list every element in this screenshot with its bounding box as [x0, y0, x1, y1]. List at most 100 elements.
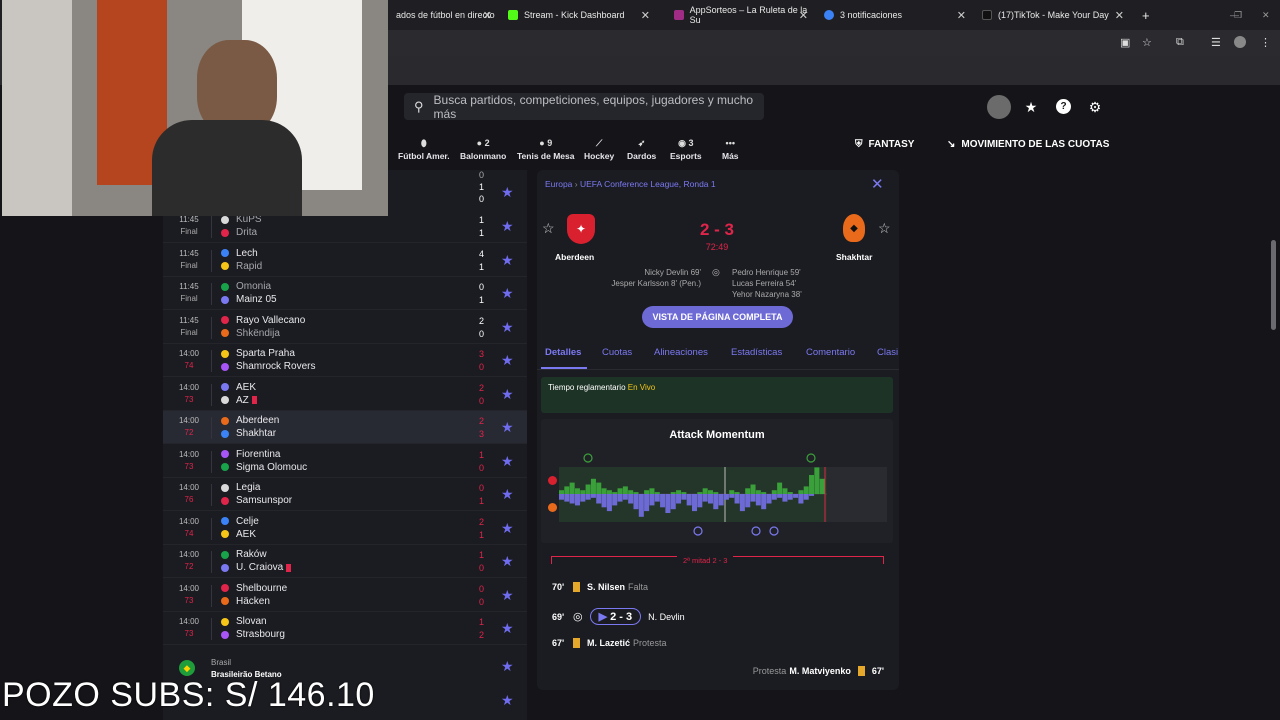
settings-gear-icon[interactable]: ⚙ — [1086, 98, 1104, 116]
favorite-star-icon[interactable]: ★ — [501, 692, 514, 709]
match-row[interactable]: 14:00 74 Sparta Praha Shamrock Rovers 3 0 ★ — [163, 344, 527, 377]
favorite-star-icon[interactable]: ★ — [501, 218, 514, 235]
favorite-star-icon[interactable]: ★ — [501, 352, 514, 369]
sport-darts[interactable]: ➶ Dardos — [627, 136, 656, 164]
sport-handball[interactable]: ● 2 Balonmano — [460, 136, 506, 164]
favorite-star-icon[interactable]: ★ — [501, 285, 514, 302]
reading-list-icon[interactable]: ☰ — [1211, 36, 1221, 49]
team-crest-icon — [221, 630, 229, 639]
match-score: 2 - 3 — [699, 220, 735, 239]
event-row[interactable]: 70' S. Nilsen Falta — [552, 582, 648, 592]
extensions-icon[interactable]: ⧉ — [1176, 36, 1184, 49]
webcam-overlay — [2, 0, 388, 216]
search-input[interactable]: ⚲ Busca partidos, competiciones, equipos… — [404, 93, 764, 121]
cast-icon[interactable]: ▣ — [1120, 36, 1130, 49]
team-crest-icon — [221, 349, 229, 358]
profile-avatar[interactable] — [1234, 36, 1246, 48]
sport-more[interactable]: ••• Más — [722, 136, 739, 164]
tab-details[interactable]: Detalles — [545, 347, 581, 358]
home-team: Omonia — [221, 281, 271, 292]
match-time: 14:00 73 — [178, 617, 200, 638]
bookmark-star-icon[interactable]: ☆ — [1142, 36, 1152, 49]
close-icon[interactable]: ✕ — [641, 9, 650, 22]
sport-hockey[interactable]: ⟋ Hockey — [584, 136, 614, 164]
match-row[interactable]: 11:45 Final Rayo Vallecano Shkëndija 2 0 ★ — [163, 311, 527, 344]
home-team-name[interactable]: Aberdeen — [555, 252, 594, 262]
favorite-star-icon[interactable]: ★ — [501, 587, 514, 604]
event-row-away[interactable]: Protesta M. Matviyenko 67' — [727, 666, 884, 676]
fantasy-link[interactable]: ⛨ FANTASY — [855, 139, 914, 150]
favorite-star-icon[interactable]: ★ — [501, 319, 514, 336]
match-row[interactable]: 11:45 Final Omonia Mainz 05 0 1 ★ — [163, 277, 527, 310]
sport-table-tennis[interactable]: ● 9 Tenis de Mesa — [517, 136, 574, 164]
favorite-star-icon[interactable]: ★ — [501, 386, 514, 403]
match-row[interactable]: 14:00 73 Shelbourne Häcken 0 0 ★ — [163, 579, 527, 612]
close-icon[interactable]: ✕ — [1115, 9, 1124, 22]
breadcrumb-competition[interactable]: UEFA Conference League, Ronda 1 — [580, 179, 716, 189]
divider — [211, 383, 212, 406]
favorites-star-icon[interactable]: ★ — [1022, 98, 1040, 116]
away-team: AEK — [221, 529, 256, 540]
match-row[interactable]: 14:00 73 Fiorentina Sigma Olomouc 1 0 ★ — [163, 445, 527, 478]
match-row[interactable]: 14:00 76 Legia Samsunspor 0 1 ★ — [163, 478, 527, 511]
half-label: 2ª mitad 2 - 3 — [677, 556, 734, 565]
tab-standings[interactable]: Clasi — [877, 347, 898, 358]
favorite-star-icon[interactable]: ☆ — [542, 220, 555, 237]
tab-odds[interactable]: Cuotas — [602, 347, 632, 358]
page-scrollbar[interactable] — [1271, 240, 1276, 330]
favorite-star-icon[interactable]: ☆ — [878, 220, 891, 237]
full-page-view-button[interactable]: VISTA DE PÁGINA COMPLETA — [642, 306, 793, 328]
new-tab-button[interactable]: + — [1134, 4, 1154, 26]
favorite-star-icon[interactable]: ★ — [501, 553, 514, 570]
tab-futbol[interactable]: ados de fútbol en directo ✕ — [388, 4, 500, 26]
tab-kick[interactable]: Stream - Kick Dashboard ✕ — [500, 4, 658, 26]
tiktok-icon — [982, 10, 992, 20]
favorite-star-icon[interactable]: ★ — [501, 486, 514, 503]
favorite-star-icon[interactable]: ★ — [501, 252, 514, 269]
match-row[interactable]: 14:00 72 Aberdeen Shakhtar 2 3 ★ — [163, 411, 527, 444]
favorite-star-icon[interactable]: ★ — [501, 658, 514, 675]
away-team: Häcken — [221, 596, 270, 607]
sport-american-football[interactable]: ⬮ Fútbol Amer. — [398, 136, 450, 164]
red-card-icon — [251, 396, 257, 404]
home-score: 4 — [478, 248, 484, 259]
away-team: Sigma Olomouc — [221, 462, 307, 473]
shakhtar-mini-crest — [548, 503, 557, 512]
close-icon[interactable]: ✕ — [957, 9, 966, 22]
favorite-star-icon[interactable]: ★ — [501, 184, 514, 201]
odds-movement-link[interactable]: ↘ MOVIMIENTO DE LAS CUOTAS — [947, 139, 1109, 150]
tab-lineups[interactable]: Alineaciones — [654, 347, 708, 358]
close-icon[interactable]: ✕ — [871, 175, 884, 193]
favorite-star-icon[interactable]: ★ — [501, 520, 514, 537]
help-icon[interactable]: ? — [1056, 99, 1071, 114]
event-row[interactable]: 67' M. Lazetić Protesta — [552, 638, 667, 648]
match-row[interactable]: 14:00 74 Celje AEK 2 1 ★ — [163, 512, 527, 545]
maximize-icon[interactable]: ❐ — [1226, 4, 1246, 26]
close-icon[interactable]: ✕ — [483, 9, 492, 22]
user-avatar[interactable] — [987, 95, 1011, 119]
close-window-icon[interactable]: ✕ — [1254, 4, 1274, 26]
away-team-name[interactable]: Shakhtar — [836, 252, 872, 262]
tab-statistics[interactable]: Estadísticas — [731, 347, 782, 358]
sport-esports[interactable]: ◉ 3 Esports — [670, 136, 702, 164]
event-row[interactable]: 69' ◎ ▶ 2 - 3 N. Devlin — [552, 608, 685, 625]
team-crest-icon — [221, 429, 229, 438]
tab-tiktok[interactable]: (17)TikTok - Make Your Day ✕ — [974, 4, 1132, 26]
american-football-icon: ⬮ — [420, 138, 427, 148]
close-icon[interactable]: ✕ — [799, 9, 808, 22]
tab-appsorteos[interactable]: AppSorteos – La Ruleta de la Su ✕ — [666, 4, 816, 26]
favorite-star-icon[interactable]: ★ — [501, 419, 514, 436]
match-row[interactable]: 11:45 Final Lech Rapid 4 1 ★ — [163, 244, 527, 277]
match-row[interactable]: 14:00 73 AEK AZ 2 0 ★ — [163, 378, 527, 411]
menu-icon[interactable]: ⋮ — [1260, 36, 1271, 49]
tab-notifications[interactable]: 3 notificaciones ✕ — [816, 4, 974, 26]
favorite-star-icon[interactable]: ★ — [501, 620, 514, 637]
match-row[interactable]: 14:00 72 Raków U. Craiova 1 0 ★ — [163, 545, 527, 578]
breadcrumb-region[interactable]: Europa — [545, 179, 572, 189]
team-crest-icon — [221, 416, 229, 425]
match-row[interactable]: 14:00 73 Slovan Strasbourg 1 2 ★ — [163, 612, 527, 645]
tab-commentary[interactable]: Comentario — [806, 347, 855, 358]
home-score: 1 — [478, 617, 484, 627]
divider — [211, 584, 212, 607]
favorite-star-icon[interactable]: ★ — [501, 453, 514, 470]
